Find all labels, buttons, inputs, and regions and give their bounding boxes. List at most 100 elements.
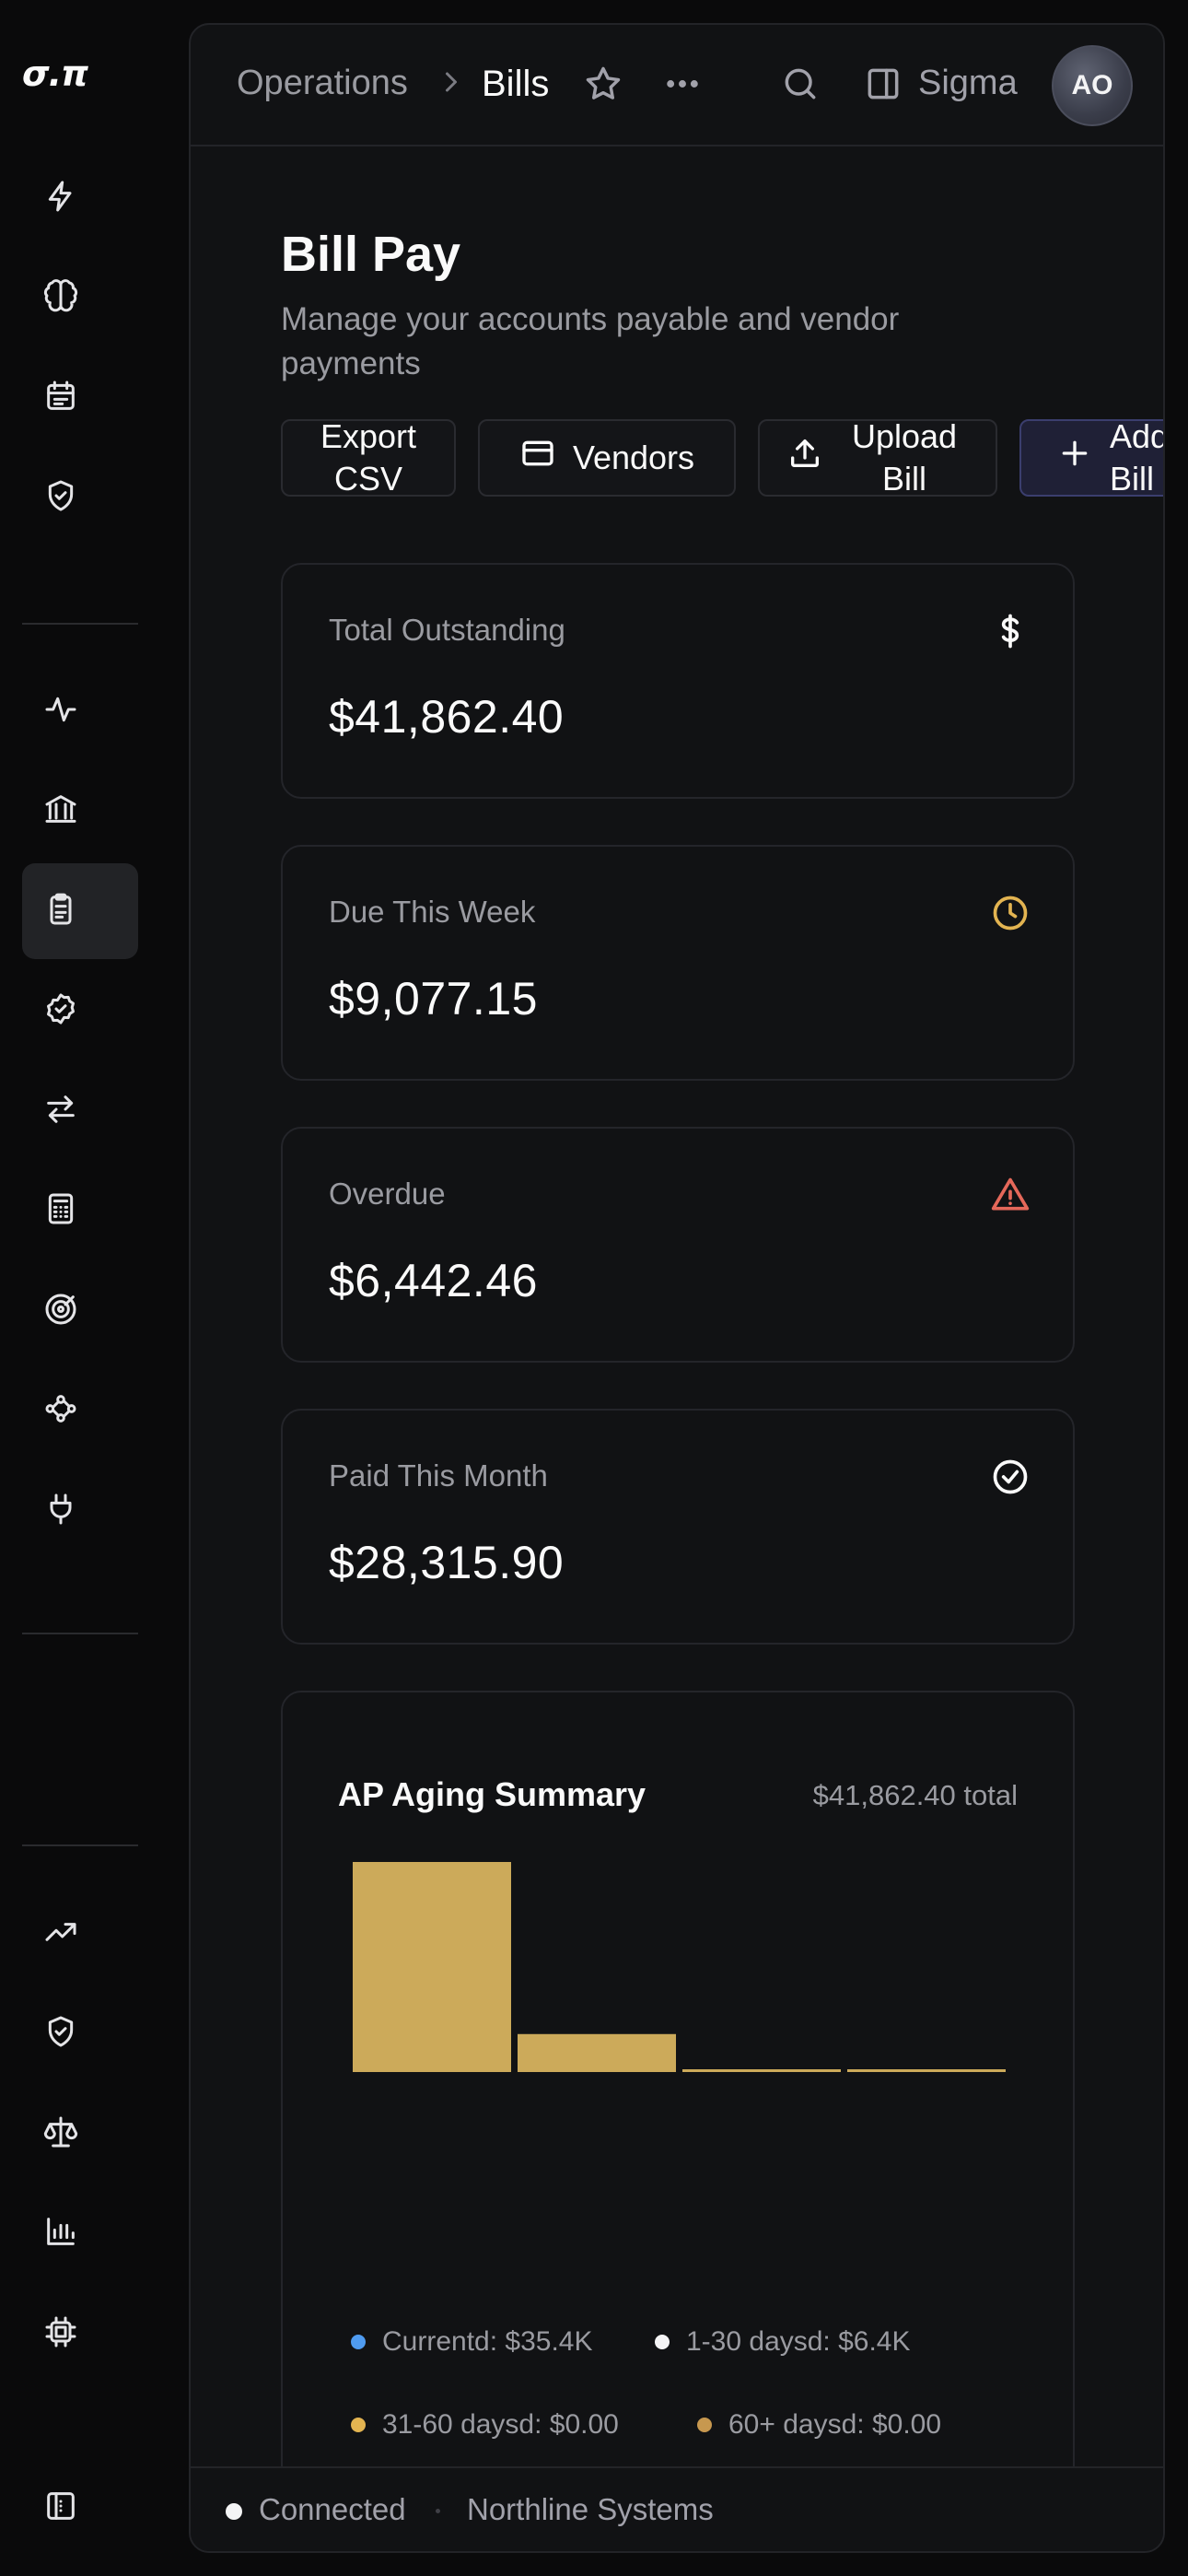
search-icon[interactable] [780, 64, 821, 104]
legend-item: Currentd: $35.4K [351, 2326, 592, 2358]
rail-item-brain[interactable] [22, 251, 138, 346]
shield-check-icon [42, 2013, 79, 2055]
organization-name[interactable]: Northline Systems [467, 2492, 714, 2527]
stat-label: Paid This Month [329, 1458, 548, 1493]
add-bill-button[interactable]: Add Bill [1019, 417, 1165, 498]
rail-item-lightning[interactable] [22, 150, 138, 246]
legend-dot [351, 2418, 366, 2432]
page-subtitle: Manage your accounts payable and vendor … [281, 301, 900, 381]
legend-item: 31-60 daysd: $0.00 [351, 2409, 619, 2441]
upload-bill-button[interactable]: Upload Bill [758, 417, 997, 498]
legend-label: 31-60 daysd: $0.00 [382, 2409, 619, 2440]
legend-dot [351, 2335, 366, 2349]
stat-card: Total Outstanding $41,862.40 [281, 563, 1075, 799]
avatar[interactable]: AO [1052, 45, 1133, 126]
stat-label: Overdue [329, 1177, 446, 1211]
breadcrumb-current: Bills [482, 64, 550, 104]
workspace-switcher[interactable]: Sigma [918, 64, 1018, 103]
upload-icon [786, 435, 823, 482]
vendors-label: Vendors [572, 439, 695, 476]
sidebar-toggle-button[interactable] [22, 2460, 138, 2556]
stat-label: Total Outstanding [329, 613, 565, 647]
rail-item-shield-check[interactable] [22, 1986, 138, 2082]
legend-label: 60+ daysd: $0.00 [728, 2409, 942, 2440]
rail-item-calendar[interactable] [22, 350, 138, 446]
target-icon [42, 1291, 79, 1332]
rail-item-bar-chart[interactable] [22, 2186, 138, 2282]
shield-check-icon [42, 477, 79, 519]
rail-item-calculator[interactable] [22, 1164, 138, 1259]
legend-label: 1-30 daysd: $6.4K [686, 2326, 911, 2357]
activity-icon [42, 691, 79, 732]
cpu-icon [42, 2313, 79, 2355]
legend-item: 60+ daysd: $0.00 [697, 2409, 941, 2441]
rail-item-activity[interactable] [22, 663, 138, 759]
plug-icon [42, 1491, 79, 1532]
aging-bar-60-days[interactable] [847, 2069, 1006, 2072]
status-separator [436, 2509, 440, 2513]
rail-divider [22, 1633, 138, 1634]
legend-item: 1-30 daysd: $6.4K [655, 2326, 911, 2358]
rail-item-target[interactable] [22, 1263, 138, 1359]
legend-dot [697, 2418, 712, 2432]
rail-item-shield-check[interactable] [22, 451, 138, 546]
export-csv-button[interactable]: Export CSV [281, 417, 456, 498]
aging-bar-1-30-days[interactable] [518, 2033, 676, 2072]
breadcrumb-parent[interactable]: Operations [237, 64, 408, 103]
rail-item-bank[interactable] [22, 764, 138, 860]
export-csv-label: Export CSV [320, 417, 417, 498]
stat-label: Due This Week [329, 895, 536, 929]
aging-bar-current[interactable] [353, 1862, 511, 2072]
panel-toggle-icon[interactable] [863, 64, 903, 104]
rail-divider [22, 1844, 138, 1846]
stat-value: $9,077.15 [329, 973, 538, 1025]
workflow-icon [42, 1390, 79, 1432]
chart-total: $41,862.40 total [812, 1779, 1018, 1811]
clipboard-icon [42, 891, 79, 932]
upload-bill-label: Upload Bill [851, 417, 958, 498]
bank-icon [42, 790, 79, 832]
rail-item-workflow[interactable] [22, 1364, 138, 1459]
sidebar-toggle-icon [42, 2488, 79, 2529]
legend-dot [655, 2335, 670, 2349]
lightning-icon [42, 178, 79, 219]
trending-up-icon [42, 1914, 79, 1955]
alert-triangle-icon [990, 1175, 1031, 1215]
vendors-button[interactable]: Vendors [478, 419, 736, 497]
calendar-icon [42, 378, 79, 419]
star-icon[interactable] [583, 64, 623, 104]
badge-check-icon [42, 990, 79, 1032]
status-bar: Connected Northline Systems [191, 2466, 1163, 2551]
more-horizontal-icon[interactable] [662, 64, 703, 104]
ap-aging-card: AP Aging Summary $41,862.40 total Curren… [281, 1691, 1075, 2551]
rail-item-badge-check[interactable] [22, 964, 138, 1060]
bar-chart-icon [42, 2213, 79, 2254]
rail-item-clipboard[interactable] [22, 863, 138, 959]
main-panel: Operations Bills Sigma AO Bill Pay Manag… [189, 23, 1165, 2553]
aging-bar-31-60-days[interactable] [682, 2069, 841, 2072]
icon-rail: σ.π [0, 0, 138, 2576]
rail-item-arrows-swap[interactable] [22, 1063, 138, 1159]
add-bill-label: Add Bill [1110, 417, 1165, 498]
app-logo[interactable]: σ.π [22, 53, 114, 100]
connection-status-dot [226, 2503, 242, 2520]
plus-icon [1056, 435, 1093, 482]
chart-title: AP Aging Summary [338, 1775, 646, 1813]
stat-value: $41,862.40 [329, 691, 565, 743]
arrows-swap-icon [42, 1091, 79, 1132]
stat-value: $28,315.90 [329, 1537, 565, 1588]
rail-item-cpu[interactable] [22, 2286, 138, 2382]
stat-card: Overdue $6,442.46 [281, 1127, 1075, 1363]
clock-icon [990, 893, 1031, 933]
rail-divider [22, 623, 138, 625]
connection-status: Connected [259, 2492, 406, 2526]
dollar-icon [990, 611, 1031, 651]
legend-label: Currentd: $35.4K [382, 2326, 593, 2357]
stat-card: Due This Week $9,077.15 [281, 845, 1075, 1081]
rail-item-plug[interactable] [22, 1463, 138, 1559]
rail-item-trending-up[interactable] [22, 1886, 138, 1982]
check-circle-icon [990, 1457, 1031, 1497]
calculator-icon [42, 1190, 79, 1232]
credit-card-icon [519, 435, 556, 482]
rail-item-scale[interactable] [22, 2086, 138, 2182]
